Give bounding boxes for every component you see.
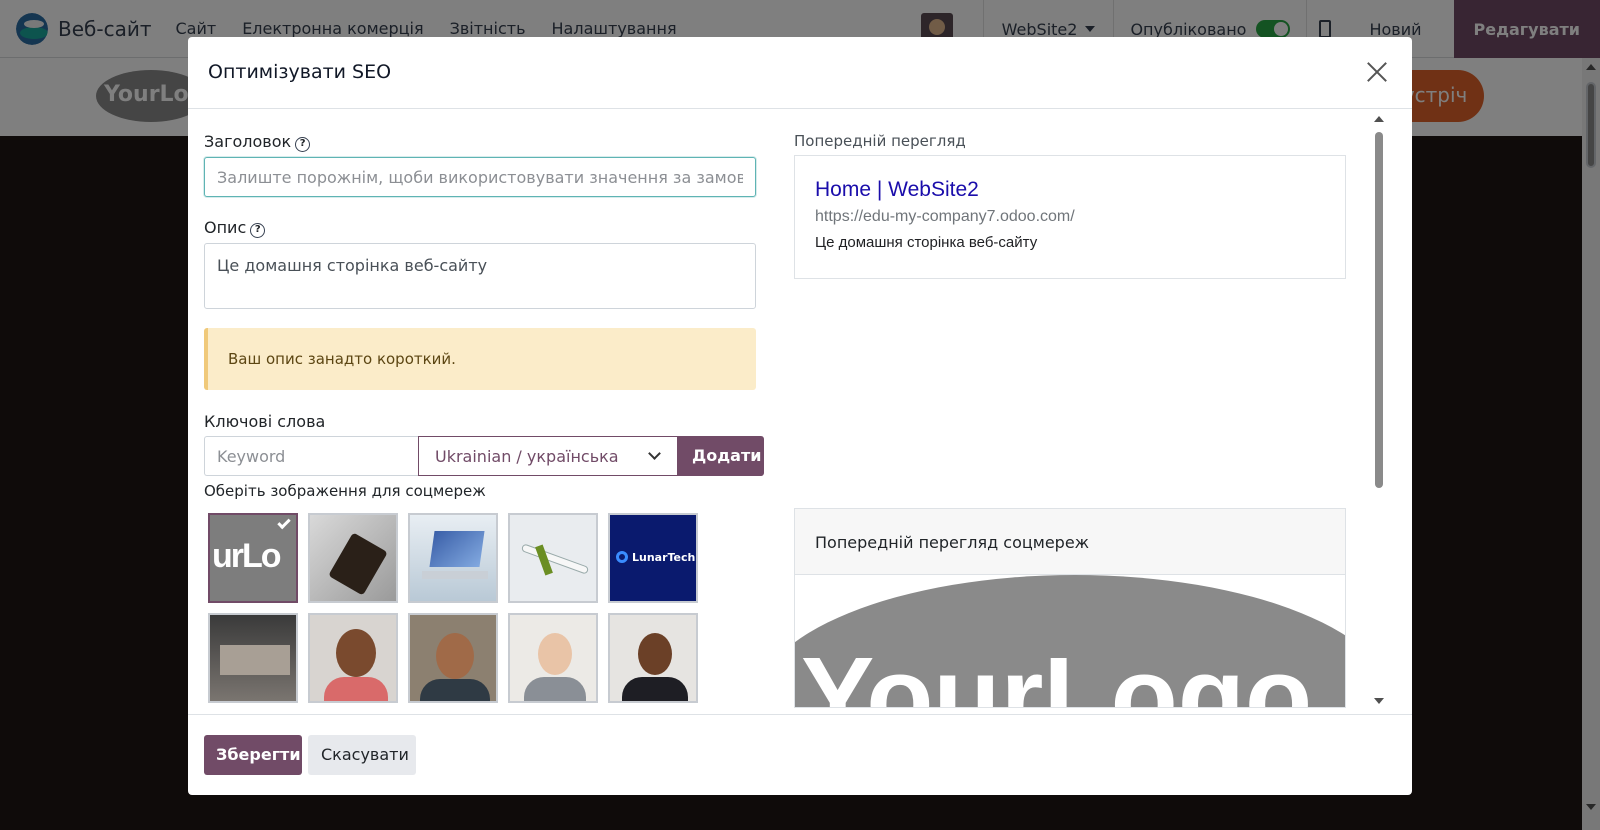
social-image-smiling-man[interactable] (408, 613, 498, 703)
title-label: Заголовок? (204, 132, 311, 152)
scroll-down-arrow-icon[interactable] (1374, 698, 1384, 704)
social-preview-image: YourLogo (795, 575, 1345, 708)
language-value: Ukrainian / українська (435, 447, 619, 466)
modal-footer: Зберегти Скасувати (188, 714, 1412, 795)
social-preview-logo-text: YourLogo (801, 635, 1313, 708)
preview-description: Це домашня сторінка веб-сайту (815, 234, 1038, 251)
title-label-text: Заголовок (204, 132, 292, 151)
social-preview-label: Попередній перегляд соцмереж (795, 509, 1345, 575)
modal-body: Заголовок? Залиште порожнім, щоби викори… (188, 110, 1412, 714)
social-image-man-glasses[interactable] (308, 613, 398, 703)
language-select[interactable]: Ukrainian / українська (418, 436, 678, 476)
keywords-label: Ключові слова (204, 412, 326, 431)
person-shirt (420, 679, 490, 701)
help-icon[interactable]: ? (295, 137, 311, 152)
person-face (638, 633, 672, 675)
social-image-grid: urLo LunarTech (208, 513, 708, 703)
social-image-airplane[interactable] (508, 513, 598, 603)
person-shirt (622, 677, 688, 701)
save-button[interactable]: Зберегти (204, 735, 302, 775)
social-image-phone[interactable] (308, 513, 398, 603)
person-face (336, 629, 376, 677)
warning-text: Ваш опис занадто короткий. (228, 350, 456, 368)
modal-scroll-thumb[interactable] (1375, 132, 1383, 488)
cancel-button[interactable]: Скасувати (308, 735, 416, 775)
keyword-placeholder: Keyword (217, 447, 286, 466)
check-icon (277, 515, 291, 530)
scroll-up-arrow-icon[interactable] (1374, 116, 1384, 122)
seo-modal: Оптимізувати SEO Заголовок? Залиште поро… (188, 37, 1412, 795)
laptop-screen (429, 531, 485, 567)
person-shirt (524, 677, 586, 701)
office-window (220, 645, 290, 675)
lunartech-logo-icon (616, 551, 628, 563)
modal-title: Оптимізувати SEO (208, 61, 392, 83)
modal-header: Оптимізувати SEO (188, 37, 1412, 109)
preview-url: https://edu-my-company7.odoo.com/ (815, 208, 1075, 225)
modal-scrollbar[interactable] (1372, 114, 1386, 706)
close-icon[interactable] (1360, 55, 1394, 89)
social-image-woman[interactable] (508, 613, 598, 703)
social-image-logo[interactable]: urLo (208, 513, 298, 603)
preview-title: Home | WebSite2 (815, 178, 979, 201)
seo-description-textarea[interactable]: Це домашня сторінка веб-сайту (204, 243, 756, 309)
phone-shape (328, 532, 388, 596)
person-face (436, 633, 474, 679)
social-preview: Попередній перегляд соцмереж YourLogo (794, 508, 1346, 708)
social-image-businesswoman[interactable] (608, 613, 698, 703)
person-face (538, 633, 572, 675)
keyword-input[interactable]: Keyword (204, 436, 418, 476)
airplane-body (520, 543, 590, 575)
description-label: Опис? (204, 218, 266, 238)
seo-title-input[interactable]: Залиште порожнім, щоби використовувати з… (204, 157, 756, 197)
chevron-down-icon (648, 447, 661, 460)
logo-image-text: urLo (212, 537, 282, 575)
warning-alert: Ваш опис занадто короткий. (204, 328, 756, 390)
help-icon[interactable]: ? (250, 223, 266, 238)
social-image-laptop[interactable] (408, 513, 498, 603)
add-keyword-button[interactable]: Додати (678, 436, 764, 476)
seo-description-value: Це домашня сторінка веб-сайту (217, 256, 488, 275)
social-images-label: Оберіть зображення для соцмереж (204, 482, 486, 500)
description-label-text: Опис (204, 218, 247, 237)
social-image-office[interactable] (208, 613, 298, 703)
laptop-base (422, 571, 488, 579)
person-shirt (324, 677, 388, 701)
lunartech-text: LunarTech (632, 551, 696, 564)
social-image-lunartech[interactable]: LunarTech (608, 513, 698, 603)
preview-label: Попередній перегляд (794, 132, 966, 150)
seo-title-placeholder: Залиште порожнім, щоби використовувати з… (217, 168, 743, 187)
search-preview: Home | WebSite2 https://edu-my-company7.… (794, 155, 1346, 279)
